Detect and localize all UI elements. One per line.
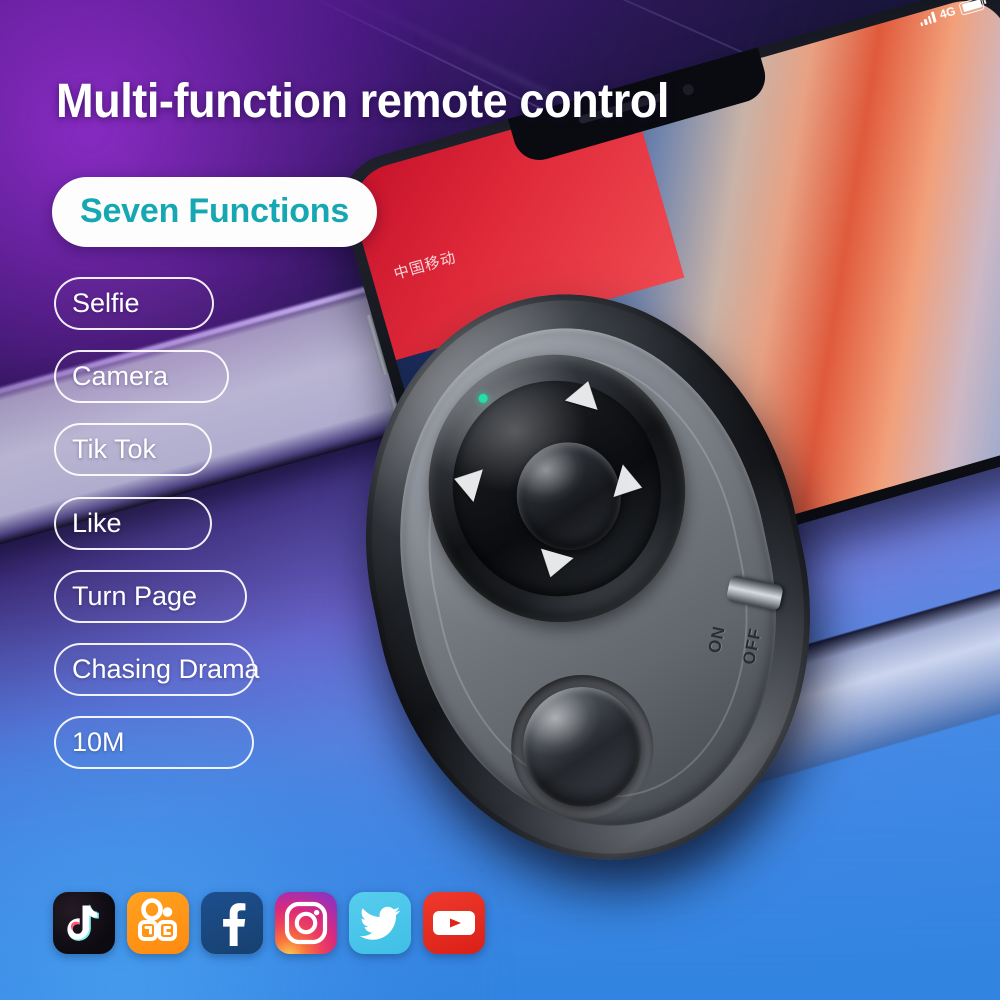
feature-pill-label: Like — [72, 508, 122, 538]
promo-banner: 中国移动 4G ON OFF Multi-function remote con… — [0, 0, 1000, 1000]
page-title: Multi-function remote control — [56, 75, 669, 128]
social-icon-row — [53, 892, 485, 954]
youtube-icon[interactable] — [423, 892, 485, 954]
switch-knob[interactable] — [725, 574, 784, 612]
feature-pill[interactable]: Chasing Drama — [54, 643, 260, 696]
switch-off-label: OFF — [739, 626, 766, 667]
feature-pill[interactable]: Turn Page — [54, 570, 247, 623]
feature-pill-label: Chasing Drama — [72, 654, 260, 684]
facebook-icon[interactable] — [201, 892, 263, 954]
feature-pill[interactable]: Selfie — [54, 277, 214, 330]
badge-label: Seven Functions — [80, 192, 350, 230]
phone-front-camera-icon — [681, 82, 696, 97]
feature-pill[interactable]: Like — [54, 497, 212, 550]
signal-bars-icon — [918, 10, 937, 26]
feature-pill[interactable]: Tik Tok — [54, 423, 212, 476]
feature-pill[interactable]: Camera — [54, 350, 229, 403]
tiktok-icon[interactable] — [53, 892, 115, 954]
switch-on-label: ON — [704, 624, 729, 655]
feature-pill-label: Tik Tok — [72, 434, 157, 464]
feature-pill-label: Turn Page — [72, 581, 198, 611]
power-switch[interactable]: ON OFF — [695, 542, 828, 682]
kuaishou-icon[interactable] — [127, 892, 189, 954]
feature-pill[interactable]: 10M — [54, 716, 254, 769]
seven-functions-badge: Seven Functions — [52, 177, 378, 247]
feature-pill-label: Camera — [72, 361, 169, 391]
dpad-center-button[interactable] — [506, 432, 631, 560]
feature-pill-label: 10M — [72, 727, 125, 757]
instagram-icon[interactable] — [275, 892, 337, 954]
twitter-icon[interactable] — [349, 892, 411, 954]
feature-pill-label: Selfie — [72, 288, 140, 318]
